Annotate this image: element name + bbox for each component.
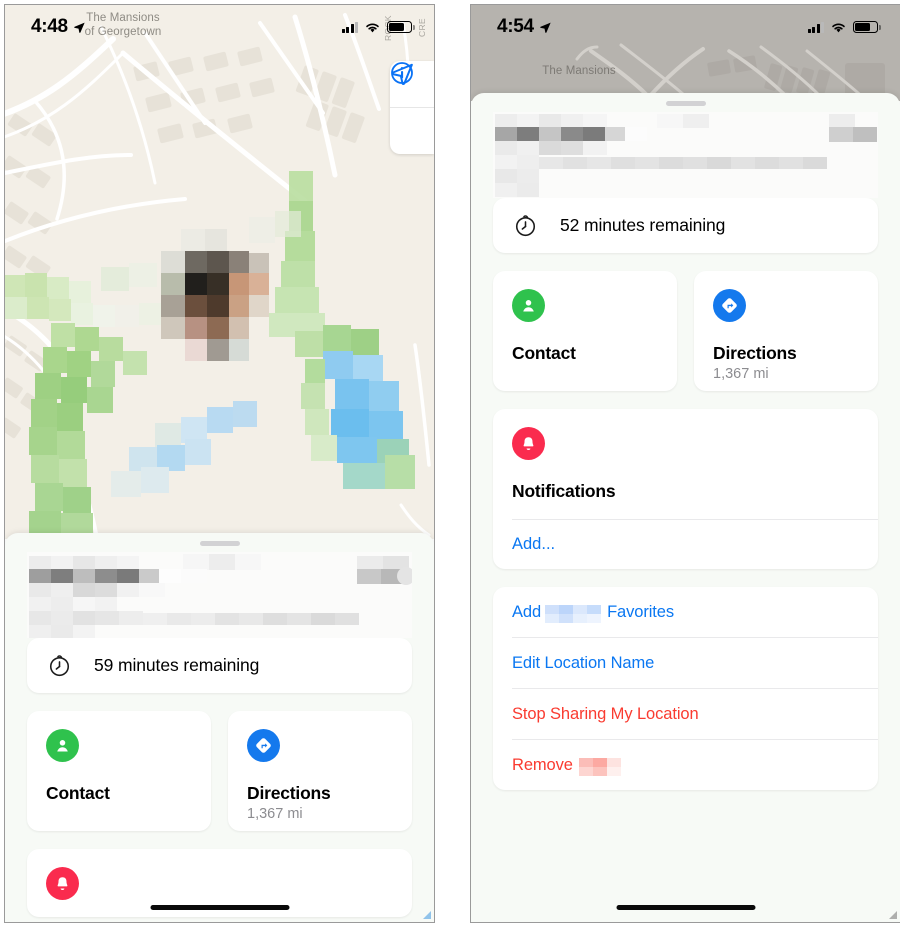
right-phone-screen: The Mansions 4:54 52 minutes remaining C… <box>471 5 900 922</box>
left-contact-card[interactable]: Contact <box>27 711 211 831</box>
redacted-pixel-block <box>27 552 412 638</box>
right-status-bar: 4:54 <box>471 5 900 49</box>
right-timer-text: 52 minutes remaining <box>560 215 726 235</box>
redacted-pixel-block <box>493 112 878 198</box>
directions-arrow-icon <box>247 729 280 762</box>
person-icon <box>46 729 79 762</box>
battery-icon <box>853 20 881 34</box>
left-home-indicator[interactable] <box>150 905 289 910</box>
person-icon <box>512 289 545 322</box>
sheet-drag-handle[interactable] <box>199 541 240 546</box>
redacted-name-inline-2 <box>578 757 621 776</box>
right-detail-sheet[interactable]: 52 minutes remaining Contact Directions … <box>471 93 900 922</box>
left-map-view[interactable]: The Mansions of Georgetown ROCK CRE <box>5 5 434 539</box>
add-to-favorites-row[interactable]: Add Favorites <box>493 587 878 637</box>
left-directions-card[interactable]: Directions 1,367 mi <box>228 711 412 831</box>
right-directions-card[interactable]: Directions 1,367 mi <box>694 271 878 391</box>
right-home-indicator[interactable] <box>616 905 755 910</box>
notifications-add-button[interactable]: Add... <box>493 520 878 569</box>
right-contact-card[interactable]: Contact <box>493 271 677 391</box>
redacted-contact-header <box>493 112 878 198</box>
status-time: 4:54 <box>497 16 534 37</box>
screenshot-root: The Mansions of Georgetown ROCK CRE 4:48… <box>0 0 900 927</box>
left-timer-text: 59 minutes remaining <box>94 655 260 675</box>
left-directions-distance: 1,367 mi <box>247 806 303 822</box>
timer-clock-icon <box>515 215 536 237</box>
right-directions-distance: 1,367 mi <box>713 366 769 382</box>
left-phone-screen: The Mansions of Georgetown ROCK CRE 4:48… <box>5 5 434 922</box>
right-contact-title: Contact <box>512 343 576 363</box>
right-notifications-title: Notifications <box>512 481 616 501</box>
remove-contact-row[interactable]: Remove <box>493 740 878 790</box>
right-actions-list: Add Favorites Edit Location Name Stop Sh… <box>493 587 878 790</box>
status-time-group: 4:54 <box>497 16 552 38</box>
status-time-group: 4:48 <box>31 16 86 38</box>
cellular-bars-icon <box>807 21 824 33</box>
status-indicators <box>807 20 881 34</box>
bell-icon <box>46 867 79 900</box>
left-phone-frame: The Mansions of Georgetown ROCK CRE 4:48… <box>4 4 435 923</box>
left-detail-sheet[interactable]: 59 minutes remaining Contact Directions … <box>5 533 434 922</box>
right-notifications-card[interactable]: Notifications Add... <box>493 409 878 569</box>
timer-clock-icon <box>49 655 70 677</box>
notifications-add-label: Add... <box>512 535 556 553</box>
left-timer-card[interactable]: 59 minutes remaining <box>27 638 412 693</box>
left-map-graphics <box>5 5 434 539</box>
left-action-cards: Contact Directions 1,367 mi <box>27 711 412 831</box>
right-phone-frame: The Mansions 4:54 52 minutes remaining C… <box>470 4 900 923</box>
wifi-icon <box>366 22 379 32</box>
map-locate-button[interactable] <box>390 63 434 154</box>
cellular-bars-icon <box>341 21 358 33</box>
wifi-icon <box>832 22 845 32</box>
sheet-drag-handle[interactable] <box>665 101 706 106</box>
left-corner-marker <box>423 911 431 919</box>
left-sheet-body: 59 minutes remaining Contact Directions … <box>5 552 434 917</box>
location-arrow-icon <box>74 22 85 33</box>
left-status-bar: 4:48 <box>5 5 434 49</box>
directions-arrow-icon <box>713 289 746 322</box>
redacted-contact-header <box>27 552 412 638</box>
stop-sharing-location-label: Stop Sharing My Location <box>512 704 699 723</box>
navigation-arrow-icon <box>391 63 413 86</box>
edit-location-name-row[interactable]: Edit Location Name <box>493 638 878 688</box>
status-time: 4:48 <box>31 16 68 37</box>
map-controls[interactable] <box>390 61 434 154</box>
right-sheet-body: 52 minutes remaining Contact Directions … <box>471 112 900 790</box>
battery-icon <box>387 20 415 34</box>
right-directions-title: Directions <box>713 343 797 363</box>
bell-icon <box>512 427 545 460</box>
stop-sharing-location-row[interactable]: Stop Sharing My Location <box>493 689 878 739</box>
status-indicators <box>341 20 415 34</box>
remove-contact-label: Remove <box>512 755 573 774</box>
location-arrow-icon <box>540 22 551 33</box>
right-corner-marker <box>889 911 897 919</box>
add-to-favorites-prefix: Add <box>512 602 542 621</box>
add-to-favorites-suffix: Favorites <box>607 602 675 621</box>
right-timer-card[interactable]: 52 minutes remaining <box>493 198 878 253</box>
redacted-name-inline <box>545 604 603 623</box>
left-directions-title: Directions <box>247 783 331 803</box>
right-notifications-top: Notifications <box>493 409 878 519</box>
left-contact-title: Contact <box>46 783 110 803</box>
right-action-cards: Contact Directions 1,367 mi <box>493 271 878 391</box>
edit-location-name-label: Edit Location Name <box>512 653 655 672</box>
